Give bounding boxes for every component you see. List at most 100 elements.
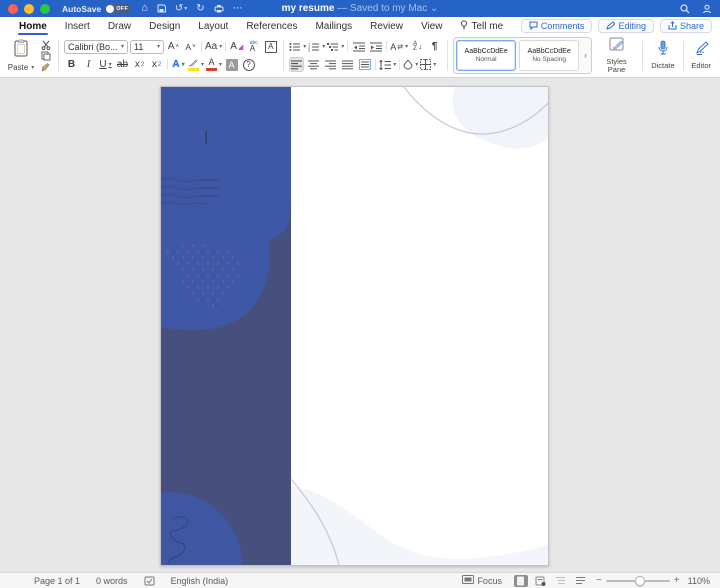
share-button[interactable]: Share xyxy=(659,19,712,33)
ribbon: Paste ▾ Calibri (Bo... ▾ 11 ▾ A ˄ A ˅ Aa… xyxy=(0,35,720,78)
numbering-button[interactable]: 1 2 3 ▾ xyxy=(308,39,325,54)
cut-button[interactable] xyxy=(38,39,53,50)
line-spacing-button[interactable]: ▾ xyxy=(379,57,396,72)
tab-layout[interactable]: Layout xyxy=(189,17,237,35)
tab-insert[interactable]: Insert xyxy=(56,17,99,35)
page-count[interactable]: Page 1 of 1 xyxy=(34,576,80,586)
justify-button[interactable] xyxy=(340,57,355,72)
svg-text:3: 3 xyxy=(308,48,311,52)
account-icon[interactable] xyxy=(702,4,712,14)
spellcheck-icon[interactable] xyxy=(144,576,155,586)
styles-gallery: AaBbCcDdEe Normal AaBbCcDdEe No Spacing … xyxy=(453,37,592,74)
tab-tell-me[interactable]: Tell me xyxy=(451,17,512,35)
web-layout-view-button[interactable] xyxy=(534,575,548,587)
save-icon[interactable] xyxy=(157,4,166,13)
outline-view-button[interactable] xyxy=(554,575,568,587)
comments-button[interactable]: Comments xyxy=(520,19,593,33)
dictate-button[interactable]: Dictate xyxy=(646,40,679,70)
underline-button[interactable]: U ▾ xyxy=(98,57,113,72)
sort-button[interactable]: A Z ↓ xyxy=(410,39,425,54)
superscript-button[interactable]: x2 xyxy=(149,57,164,72)
distribute-text-button[interactable] xyxy=(357,57,372,72)
clipboard-icon xyxy=(13,39,29,62)
decrease-indent-button[interactable] xyxy=(351,39,366,54)
tab-design[interactable]: Design xyxy=(140,17,189,35)
chevron-down-icon: ▾ xyxy=(156,44,160,50)
tab-references[interactable]: References xyxy=(237,17,306,35)
print-icon[interactable] xyxy=(214,4,224,13)
home-icon[interactable]: ⌂ xyxy=(141,3,148,14)
tab-review[interactable]: Review xyxy=(361,17,412,35)
zoom-slider[interactable]: − + xyxy=(596,575,680,586)
redo-icon[interactable]: ↻ xyxy=(196,3,204,14)
focus-button[interactable]: Focus xyxy=(462,575,502,586)
copy-button[interactable] xyxy=(38,50,53,61)
format-painter-button[interactable] xyxy=(38,61,53,72)
more-icon[interactable]: ⋯ xyxy=(233,3,243,14)
close-window-button[interactable] xyxy=(8,3,18,14)
paste-dropdown-icon[interactable]: ▾ xyxy=(31,64,34,71)
language-selector[interactable]: English (India) xyxy=(171,576,229,586)
borders-button[interactable]: ▾ xyxy=(420,57,436,72)
autosave-toggle-knob xyxy=(106,4,115,13)
tab-mailings[interactable]: Mailings xyxy=(306,17,361,35)
shading-button[interactable]: ▾ xyxy=(403,57,418,72)
styles-gallery-expand-button[interactable]: › xyxy=(582,51,589,60)
zoom-slider-thumb[interactable] xyxy=(635,575,646,586)
autosave-toggle[interactable]: OFF xyxy=(105,3,132,14)
zoom-level[interactable]: 110% xyxy=(688,576,710,586)
increase-indent-button[interactable] xyxy=(368,39,383,54)
multilevel-list-button[interactable]: ▾ xyxy=(327,39,344,54)
shrink-font-button[interactable]: A ˅ xyxy=(183,39,198,54)
align-left-button[interactable] xyxy=(289,57,305,72)
text-effects-button[interactable]: A ▾ xyxy=(171,57,186,72)
document-page[interactable] xyxy=(160,86,549,566)
zoom-slider-track[interactable] xyxy=(605,575,670,586)
font-size-select[interactable]: 11 ▾ xyxy=(129,39,164,54)
character-shading-button[interactable]: A xyxy=(224,57,239,72)
character-border-button[interactable]: ? xyxy=(241,57,256,72)
asian-layout-button[interactable]: A ⇄ ▾ xyxy=(390,39,408,54)
clipboard-group: Paste ▾ xyxy=(4,37,53,74)
style-normal[interactable]: AaBbCcDdEe Normal xyxy=(456,40,517,71)
highlight-color-button[interactable]: ▾ xyxy=(187,57,204,72)
font-name-select[interactable]: Calibri (Bo... ▾ xyxy=(63,39,128,54)
styles-pane-button[interactable]: Styles Pane xyxy=(594,37,639,75)
minimize-window-button[interactable] xyxy=(24,3,34,14)
grow-font-button[interactable]: A ˄ xyxy=(166,39,181,54)
draft-view-button[interactable] xyxy=(574,575,588,587)
font-color-button[interactable]: A ▾ xyxy=(206,57,222,72)
subscript-button[interactable]: x2 xyxy=(132,57,147,72)
editing-button[interactable]: Editing xyxy=(598,19,654,33)
italic-button[interactable]: I xyxy=(81,57,96,72)
strikethrough-button[interactable]: ab xyxy=(115,57,130,72)
clear-formatting-button[interactable]: A ◢ xyxy=(229,39,244,54)
print-layout-view-button[interactable] xyxy=(513,574,528,587)
show-paragraph-marks-button[interactable]: ¶ xyxy=(427,39,442,54)
change-case-button[interactable]: Aa ▾ xyxy=(205,39,222,54)
style-no-spacing[interactable]: AaBbCcDdEe No Spacing xyxy=(519,40,580,71)
tab-home[interactable]: Home xyxy=(10,17,56,35)
editor-button[interactable]: Editor xyxy=(686,41,716,70)
zoom-in-button[interactable]: + xyxy=(674,575,680,586)
chevron-down-icon: ▾ xyxy=(120,44,124,50)
font-group: Calibri (Bo... ▾ 11 ▾ A ˄ A ˅ Aa ▾ A ◢ abc A A … xyxy=(63,37,278,74)
pencil-icon xyxy=(606,20,617,32)
align-center-button[interactable] xyxy=(306,57,321,72)
tab-view[interactable]: View xyxy=(412,17,452,35)
align-right-button[interactable] xyxy=(323,57,338,72)
phonetic-guide-button[interactable]: abc A xyxy=(246,39,261,54)
word-count[interactable]: 0 words xyxy=(96,576,128,586)
paste-button[interactable]: Paste ▾ xyxy=(4,37,38,74)
autosave-control[interactable]: AutoSave OFF xyxy=(62,3,132,14)
enclose-characters-button[interactable]: A xyxy=(263,39,278,54)
undo-icon[interactable]: ↺ ▾ xyxy=(175,3,187,14)
bold-button[interactable]: B xyxy=(64,57,79,72)
text-cursor xyxy=(205,131,207,144)
zoom-window-button[interactable] xyxy=(40,3,50,14)
document-workspace[interactable] xyxy=(0,78,720,572)
zoom-out-button[interactable]: − xyxy=(596,575,602,586)
tab-draw[interactable]: Draw xyxy=(99,17,140,35)
bullets-button[interactable]: ▾ xyxy=(289,39,306,54)
search-icon[interactable] xyxy=(680,3,690,14)
